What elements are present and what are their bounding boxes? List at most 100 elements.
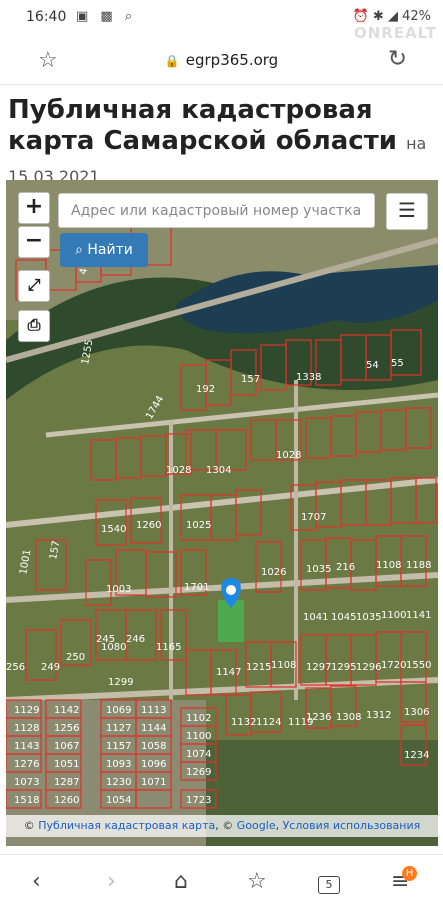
svg-text:1102: 1102 — [186, 713, 211, 724]
print-icon[interactable]: ⎙ — [18, 310, 50, 342]
clock: 16:40 — [26, 9, 67, 25]
svg-text:1025: 1025 — [186, 520, 211, 531]
forward-icon[interactable]: › — [107, 869, 116, 894]
svg-text:1058: 1058 — [141, 741, 166, 752]
svg-text:1260: 1260 — [136, 520, 161, 531]
fullscreen-icon[interactable]: ⤢ — [18, 270, 50, 302]
browser-bottom-bar: ‹ › ⌂ ☆ ≡ — [0, 854, 443, 911]
svg-text:1073: 1073 — [14, 777, 39, 788]
svg-text:1100: 1100 — [381, 610, 406, 621]
tab-count-button[interactable]: 5 — [318, 876, 340, 894]
svg-text:1127: 1127 — [106, 723, 131, 734]
svg-text:1287: 1287 — [54, 777, 79, 788]
find-button-label: Найти — [87, 242, 133, 258]
svg-text:250: 250 — [66, 652, 85, 663]
svg-text:1026: 1026 — [261, 567, 286, 578]
find-button[interactable]: ⌕ Найти — [60, 233, 148, 267]
svg-text:55: 55 — [391, 358, 404, 369]
zoom-in-button[interactable]: + — [18, 192, 50, 224]
svg-text:1308: 1308 — [336, 712, 361, 723]
svg-text:1096: 1096 — [141, 759, 166, 770]
svg-text:1296: 1296 — [356, 662, 381, 673]
svg-text:1256: 1256 — [54, 723, 79, 734]
svg-text:1540: 1540 — [101, 524, 126, 535]
svg-text:1132: 1132 — [231, 717, 256, 728]
svg-text:1701: 1701 — [184, 582, 209, 593]
svg-text:1297: 1297 — [306, 662, 331, 673]
svg-text:256: 256 — [6, 662, 25, 673]
back-icon[interactable]: ‹ — [32, 869, 41, 894]
menu-button[interactable]: ☰ — [386, 193, 428, 230]
svg-text:1707: 1707 — [301, 512, 326, 523]
search-icon: ⌕ — [75, 242, 83, 258]
svg-text:1045: 1045 — [331, 612, 356, 623]
svg-text:1141: 1141 — [406, 610, 431, 621]
svg-text:1035: 1035 — [356, 612, 381, 623]
svg-text:1338: 1338 — [296, 372, 321, 383]
svg-text:216: 216 — [336, 562, 355, 573]
notification-badge: H — [402, 866, 417, 881]
url-text: egrp365.org — [185, 51, 279, 69]
svg-text:1276: 1276 — [14, 759, 39, 770]
svg-text:1041: 1041 — [303, 612, 328, 623]
svg-text:1299: 1299 — [108, 677, 133, 688]
svg-text:192: 192 — [196, 384, 215, 395]
lock-icon: 🔒 — [164, 54, 180, 68]
attribution-copyright: © — [23, 819, 35, 832]
svg-text:1269: 1269 — [186, 767, 211, 778]
svg-text:1157: 1157 — [106, 741, 131, 752]
home-icon[interactable]: ⌂ — [174, 869, 188, 894]
svg-text:1093: 1093 — [106, 759, 131, 770]
svg-text:1108: 1108 — [376, 560, 401, 571]
svg-text:1074: 1074 — [186, 749, 211, 760]
svg-text:1188: 1188 — [406, 560, 431, 571]
svg-text:1720: 1720 — [381, 660, 406, 671]
svg-text:1304: 1304 — [206, 465, 231, 476]
satellite-map-view: 1129 1128 1143 1276 1073 1518 1142 1256 1067 105… — [6, 180, 438, 846]
svg-text:1035: 1035 — [306, 564, 331, 575]
bookmarks-icon[interactable]: ☆ — [247, 869, 267, 894]
svg-text:1236: 1236 — [306, 712, 331, 723]
battery-level: 42% — [402, 9, 431, 24]
svg-text:1067: 1067 — [54, 741, 79, 752]
svg-text:1165: 1165 — [156, 642, 181, 653]
svg-text:1234: 1234 — [404, 750, 429, 761]
svg-text:246: 246 — [126, 634, 145, 645]
svg-text:1051: 1051 — [54, 759, 79, 770]
svg-text:1260: 1260 — [54, 795, 79, 806]
svg-text:1230: 1230 — [106, 777, 131, 788]
google-link[interactable]: Google — [237, 819, 276, 832]
attribution-separator: , © — [215, 819, 234, 832]
svg-text:1124: 1124 — [256, 717, 281, 728]
pkk-link[interactable]: Публичная кадастровая карта — [38, 819, 215, 832]
svg-text:157: 157 — [241, 374, 260, 385]
svg-text:1312: 1312 — [366, 710, 391, 721]
svg-text:1003: 1003 — [106, 584, 131, 595]
svg-text:1100: 1100 — [186, 731, 211, 742]
svg-text:1128: 1128 — [14, 723, 39, 734]
terms-link[interactable]: Условия использования — [283, 819, 421, 832]
svg-text:1069: 1069 — [106, 705, 131, 716]
reload-icon[interactable]: ↻ — [388, 46, 407, 72]
search-input[interactable] — [58, 193, 375, 228]
address-field[interactable]: 🔒 egrp365.org — [0, 51, 443, 69]
svg-text:1306: 1306 — [404, 707, 429, 718]
url-bar: ☆ 🔒 egrp365.org ↻ — [0, 38, 443, 85]
svg-text:1550: 1550 — [406, 660, 431, 671]
notification-icons: ▣ ▩ ⌕ — [76, 9, 137, 24]
svg-text:1723: 1723 — [186, 795, 211, 806]
page-title: Публичная кадастровая карта Самарской об… — [8, 95, 433, 192]
svg-text:1142: 1142 — [54, 705, 79, 716]
map-attribution: © Публичная кадастровая карта, © Google,… — [6, 815, 438, 837]
svg-text:1113: 1113 — [141, 705, 166, 716]
svg-text:1518: 1518 — [14, 795, 39, 806]
svg-text:54: 54 — [366, 360, 379, 371]
svg-text:1071: 1071 — [141, 777, 166, 788]
svg-text:1028: 1028 — [276, 450, 301, 461]
hamburger-icon: ☰ — [398, 198, 416, 222]
svg-text:1129: 1129 — [14, 705, 39, 716]
svg-text:245: 245 — [96, 634, 115, 645]
zoom-out-button[interactable]: − — [18, 226, 50, 258]
svg-text:249: 249 — [41, 662, 60, 673]
cadastral-map[interactable]: 1129 1128 1143 1276 1073 1518 1142 1256 1067 105… — [6, 180, 438, 846]
